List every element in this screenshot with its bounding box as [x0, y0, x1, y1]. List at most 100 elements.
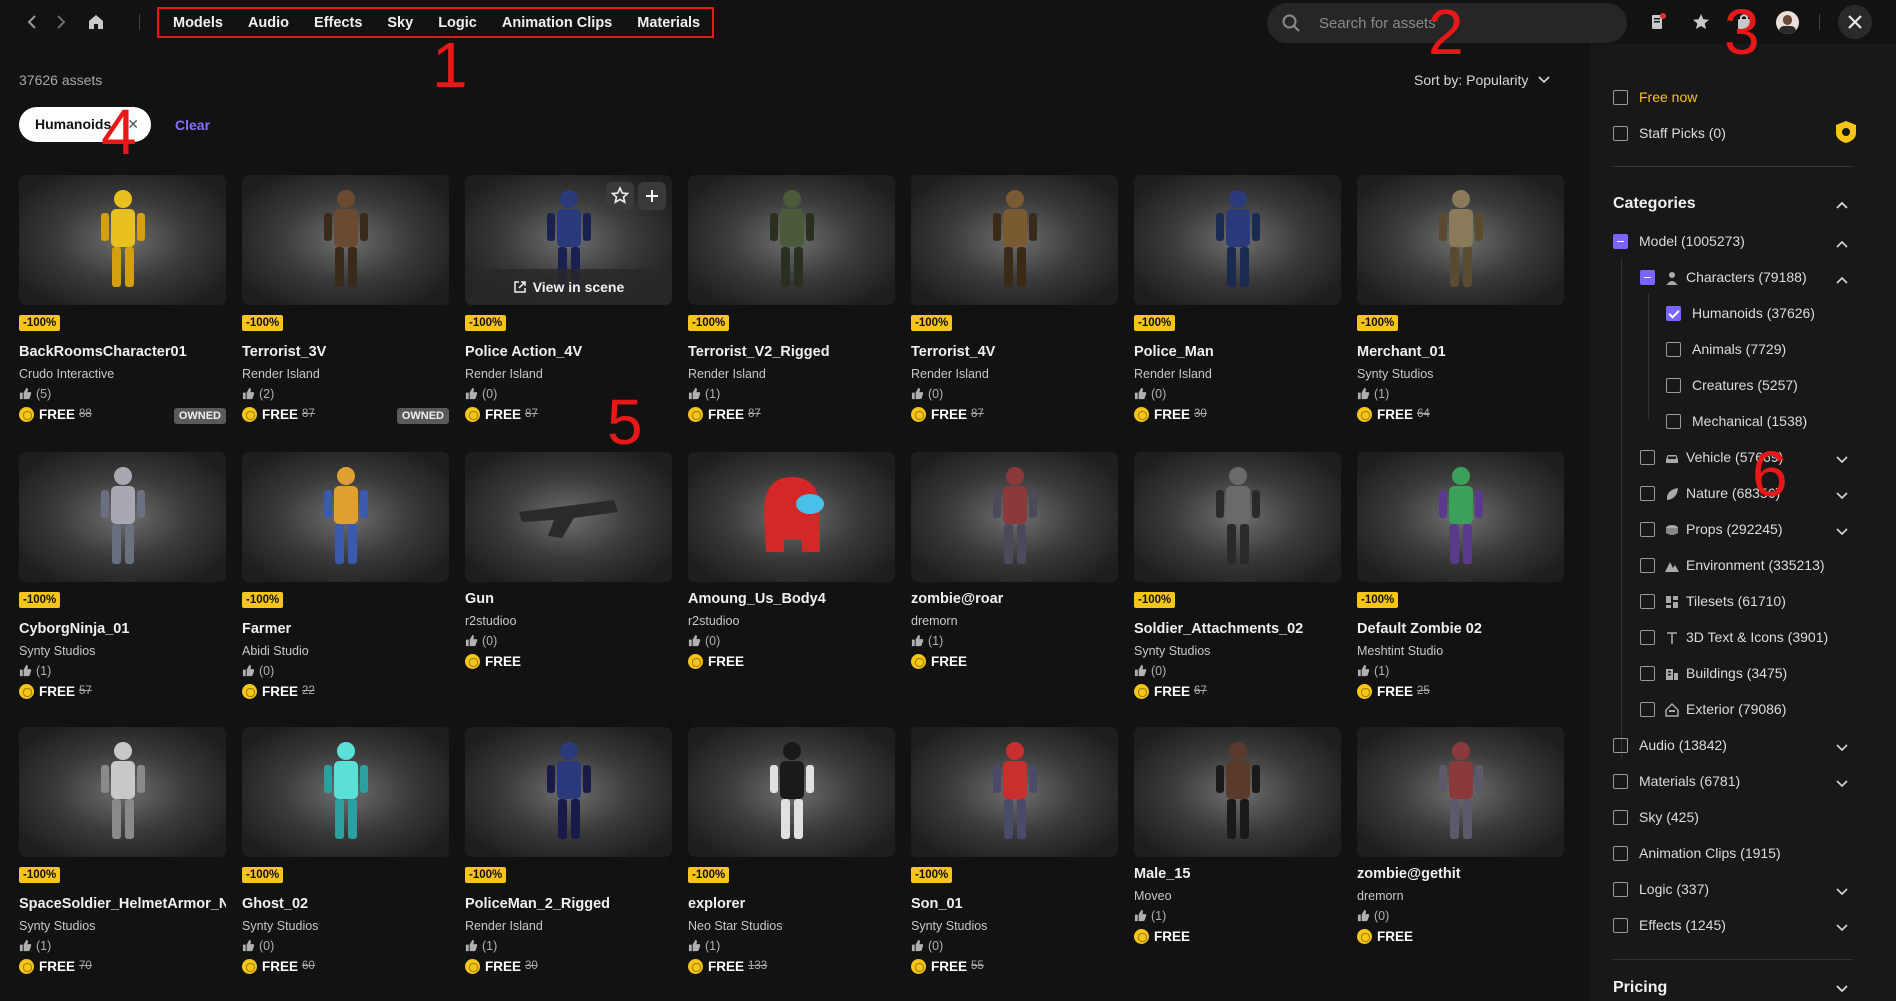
asset-thumbnail[interactable] [1357, 727, 1564, 857]
model-checkbox[interactable] [1613, 234, 1628, 249]
props-checkbox[interactable] [1640, 522, 1655, 537]
asset-thumbnail[interactable] [1134, 175, 1341, 305]
sky-checkbox[interactable] [1613, 810, 1628, 825]
filter-audio[interactable]: Audio (13842) [1613, 735, 1813, 759]
view-in-scene-button[interactable]: View in scene [465, 269, 672, 305]
asset-card[interactable]: zombie@gethit dremorn (0) FREE [1357, 727, 1564, 997]
asset-author[interactable]: Synty Studios [242, 919, 318, 933]
add-to-scene-button[interactable] [638, 182, 666, 210]
asset-card[interactable]: zombie@roar dremorn (1) FREE [911, 452, 1118, 722]
filter-effects[interactable]: Effects (1245) [1613, 915, 1813, 939]
asset-author[interactable]: r2studioo [465, 614, 516, 628]
asset-card[interactable]: -100% BackRoomsCharacter01 Crudo Interacti… [19, 175, 226, 445]
favorite-button[interactable] [606, 182, 634, 210]
asset-card[interactable]: -100% Soldier_Attachments_02 Synty Studios… [1134, 452, 1341, 722]
asset-title[interactable]: Amoung_Us_Body4 [688, 591, 895, 607]
asset-title[interactable]: PoliceMan_2_Rigged [465, 896, 672, 912]
asset-title[interactable]: Farmer [242, 621, 449, 637]
asset-thumbnail[interactable] [1134, 727, 1341, 857]
creatures-checkbox[interactable] [1666, 378, 1681, 393]
forward-button[interactable] [50, 12, 70, 32]
chevron-down-icon[interactable] [1836, 528, 1848, 536]
staff-picks-checkbox[interactable] [1613, 126, 1628, 141]
asset-card[interactable]: -100% Default Zombie 02 Meshtint Studio (1)… [1357, 452, 1564, 722]
filter-model[interactable]: Model (1005273) [1613, 231, 1873, 255]
asset-thumbnail[interactable] [465, 727, 672, 857]
asset-card[interactable]: -100% Terrorist_V2_Rigged Render Island (1)… [688, 175, 895, 445]
asset-thumbnail[interactable] [242, 452, 449, 582]
filter-creatures[interactable]: Creatures (5257) [1666, 375, 1866, 399]
asset-title[interactable]: Son_01 [911, 896, 1118, 912]
asset-title[interactable]: Gun [465, 591, 672, 607]
asset-author[interactable]: Neo Star Studios [688, 919, 783, 933]
chevron-down-icon[interactable] [1836, 780, 1848, 788]
asset-title[interactable]: BackRoomsCharacter01 [19, 344, 226, 360]
asset-card[interactable]: Gun r2studioo (0) FREE [465, 452, 672, 722]
asset-card[interactable]: -100% Ghost_02 Synty Studios (0) FREE 60 [242, 727, 449, 997]
asset-title[interactable]: zombie@gethit [1357, 866, 1564, 882]
avatar[interactable] [1776, 11, 1799, 34]
asset-title[interactable]: explorer [688, 896, 895, 912]
chevron-down-icon[interactable] [1836, 492, 1848, 500]
back-button[interactable] [23, 12, 43, 32]
asset-card[interactable]: -100% Farmer Abidi Studio (0) FREE 22 [242, 452, 449, 722]
animals-checkbox[interactable] [1666, 342, 1681, 357]
asset-title[interactable]: Ghost_02 [242, 896, 449, 912]
asset-title[interactable]: CyborgNinja_01 [19, 621, 226, 637]
asset-author[interactable]: Synty Studios [1357, 367, 1433, 381]
home-button[interactable] [86, 12, 106, 32]
materials-checkbox[interactable] [1613, 774, 1628, 789]
asset-author[interactable]: Render Island [465, 367, 543, 381]
audio-checkbox[interactable] [1613, 738, 1628, 753]
text-icons-checkbox[interactable] [1640, 630, 1655, 645]
asset-card[interactable]: Amoung_Us_Body4 r2studioo (0) FREE [688, 452, 895, 722]
filter-vehicle[interactable]: Vehicle (57669) [1640, 447, 1840, 471]
animation-clips-checkbox[interactable] [1613, 846, 1628, 861]
chevron-down-icon[interactable] [1836, 985, 1848, 993]
asset-thumbnail[interactable] [911, 452, 1118, 582]
asset-card[interactable]: -100% explorer Neo Star Studios (1) FREE 133 [688, 727, 895, 997]
filter-tilesets[interactable]: Tilesets (61710) [1640, 591, 1840, 615]
asset-thumbnail[interactable] [242, 175, 449, 305]
close-button[interactable] [1838, 5, 1872, 39]
effects-checkbox[interactable] [1613, 918, 1628, 933]
chevron-down-icon[interactable] [1836, 456, 1848, 464]
asset-title[interactable]: Terrorist_V2_Rigged [688, 344, 895, 360]
tilesets-checkbox[interactable] [1640, 594, 1655, 609]
asset-thumbnail[interactable] [1134, 452, 1341, 582]
asset-author[interactable]: Render Island [465, 919, 543, 933]
asset-author[interactable]: Render Island [242, 367, 320, 381]
asset-title[interactable]: Police Action_4V [465, 344, 672, 360]
asset-author[interactable]: Synty Studios [911, 919, 987, 933]
asset-thumbnail[interactable] [19, 452, 226, 582]
asset-thumbnail[interactable] [1357, 175, 1564, 305]
filter-nature[interactable]: Nature (68356) [1640, 483, 1840, 507]
asset-author[interactable]: Render Island [911, 367, 989, 381]
vehicle-checkbox[interactable] [1640, 450, 1655, 465]
asset-author[interactable]: Abidi Studio [242, 644, 309, 658]
chevron-up-icon[interactable] [1836, 240, 1848, 248]
logic-checkbox[interactable] [1613, 882, 1628, 897]
asset-author[interactable]: Synty Studios [1134, 644, 1210, 658]
filter-environment[interactable]: Environment (335213) [1640, 555, 1860, 579]
filter-buildings[interactable]: Buildings (3475) [1640, 663, 1840, 687]
tab-audio[interactable]: Audio [248, 15, 289, 31]
asset-thumbnail[interactable] [911, 727, 1118, 857]
asset-card[interactable]: -100% Merchant_01 Synty Studios (1) FREE 64 [1357, 175, 1564, 445]
asset-thumbnail[interactable] [465, 452, 672, 582]
asset-thumbnail[interactable] [19, 175, 226, 305]
asset-thumbnail[interactable] [19, 727, 226, 857]
chevron-down-icon[interactable] [1836, 888, 1848, 896]
asset-author[interactable]: Synty Studios [19, 644, 95, 658]
filter-props[interactable]: Props (292245) [1640, 519, 1840, 543]
filter-exterior[interactable]: Exterior (79086) [1640, 699, 1840, 723]
pricing-title[interactable]: Pricing [1613, 979, 1667, 997]
asset-title[interactable]: Terrorist_4V [911, 344, 1118, 360]
asset-card[interactable]: -100% Police_Man Render Island (0) FREE 30 [1134, 175, 1341, 445]
mechanical-checkbox[interactable] [1666, 414, 1681, 429]
asset-author[interactable]: Render Island [688, 367, 766, 381]
search-input[interactable] [1319, 3, 1609, 43]
buildings-checkbox[interactable] [1640, 666, 1655, 681]
asset-author[interactable]: dremorn [911, 614, 958, 628]
filter-animation-clips[interactable]: Animation Clips (1915) [1613, 843, 1833, 867]
